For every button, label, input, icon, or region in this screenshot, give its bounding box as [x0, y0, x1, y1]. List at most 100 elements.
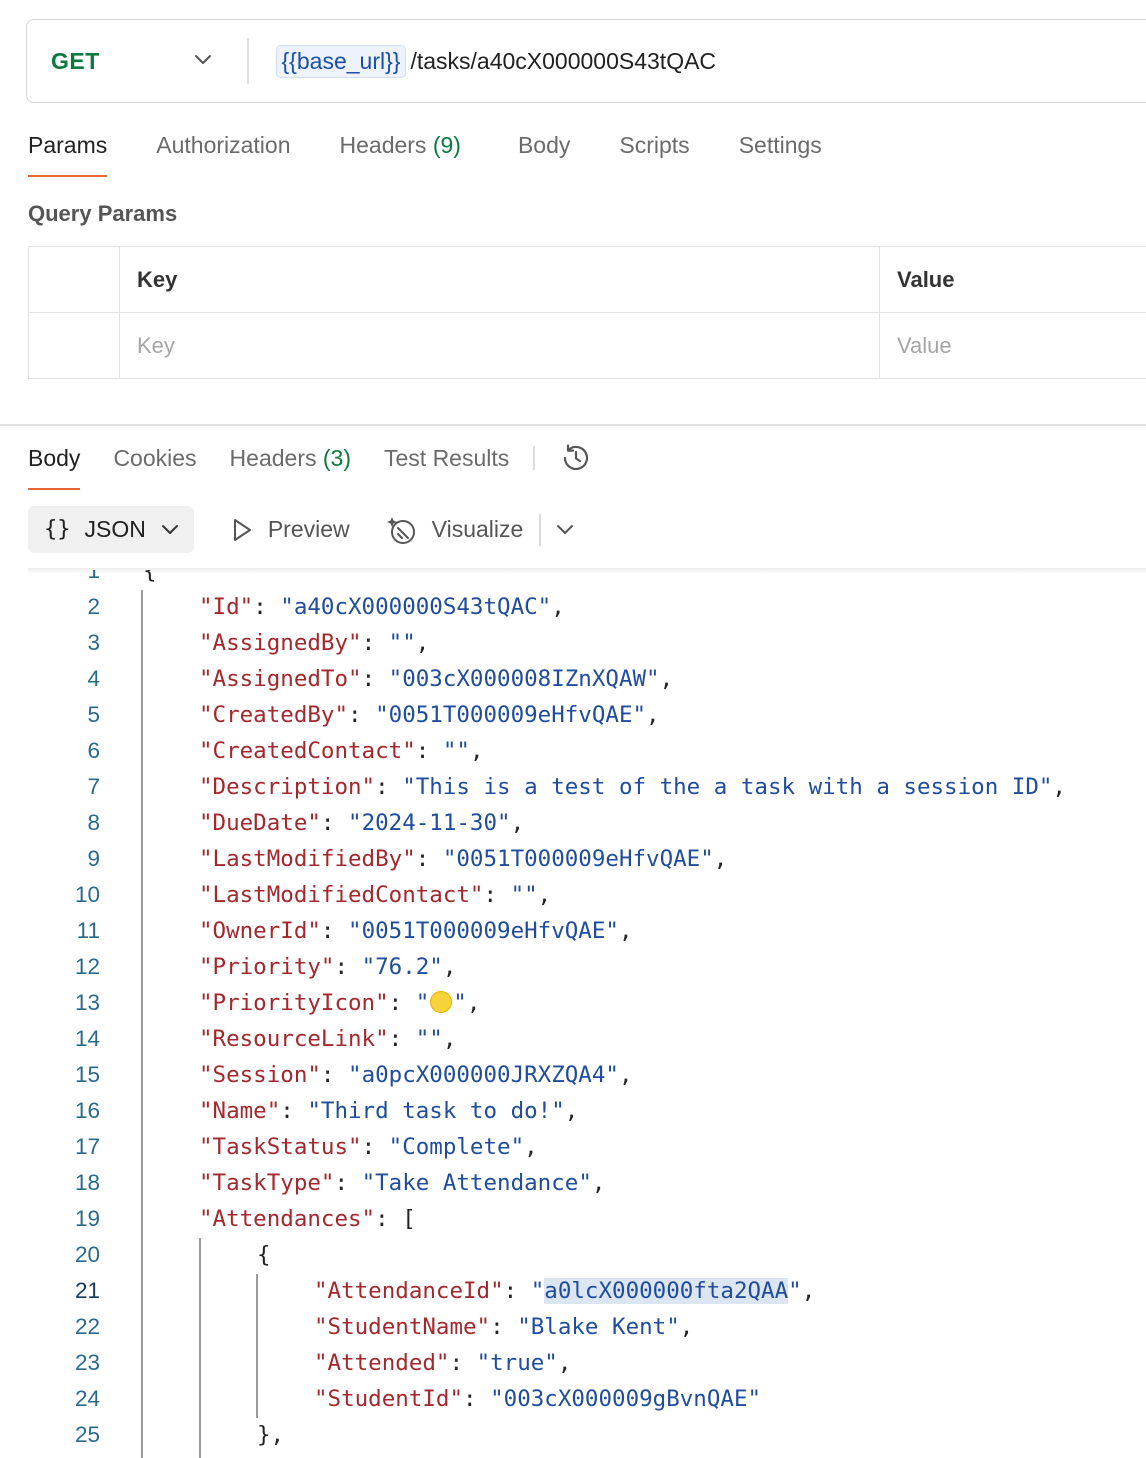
line-number: 1 — [87, 570, 100, 583]
json-quote: " — [517, 1314, 531, 1340]
json-value: true — [490, 1350, 545, 1376]
json-quote: " — [456, 738, 470, 764]
json-value: a0pcX000000JRXZQA4 — [361, 1062, 606, 1088]
value-input[interactable]: Value — [879, 312, 1146, 379]
tab-body[interactable]: Body — [518, 132, 570, 177]
json-quote: " — [632, 702, 647, 728]
json-quote: " — [510, 882, 525, 908]
json-punctuation: , — [524, 1134, 538, 1160]
code-line: 22 "StudentName": "Blake Kent", — [0, 1309, 1146, 1345]
code-text: "Attendances": [ — [199, 1201, 416, 1237]
row-checkbox-cell — [28, 312, 120, 379]
json-punctuation: : — [334, 954, 362, 980]
json-punctuation: : — [348, 702, 376, 728]
url-input[interactable]: {{base_url}} /tasks/a40cX000000S43tQAC — [249, 44, 716, 78]
code-line: 6 "CreatedContact": "", — [0, 733, 1146, 769]
json-value: 0051T000009eHfvQAE — [361, 918, 606, 944]
headers-count: (9) — [432, 132, 461, 158]
json-punctuation: : — [361, 630, 389, 656]
line-number: 11 — [76, 918, 100, 943]
code-text: "AssignedTo": "003cX000008IZnXQAW", — [199, 661, 673, 697]
code-line: 14 "ResourceLink": "", — [0, 1021, 1146, 1057]
chevron-down-icon — [195, 55, 211, 64]
json-punctuation: , — [442, 1026, 457, 1052]
history-icon[interactable] — [559, 441, 593, 475]
code-text: "OwnerId": "0051T000009eHfvQAE", — [199, 913, 633, 949]
json-key: "OwnerId" — [199, 918, 321, 944]
json-quote: " — [700, 846, 714, 872]
json-punctuation: , — [551, 594, 565, 620]
json-punctuation: , — [801, 1278, 816, 1304]
json-key: "DueDate" — [199, 810, 321, 836]
tab-scripts[interactable]: Scripts — [619, 132, 689, 177]
preview-button[interactable]: Preview — [230, 516, 350, 543]
json-value: 2024-11-30 — [361, 810, 498, 836]
json-punctuation: : — [415, 738, 443, 764]
table-header-row: Key Value — [28, 246, 1146, 313]
url-variable-chip[interactable]: {{base_url}} — [275, 44, 407, 78]
json-quote: " — [388, 1134, 403, 1160]
code-line: 11 "OwnerId": "0051T000009eHfvQAE", — [0, 913, 1146, 949]
code-text: "StudentId": "003cX000009gBvnQAE" — [314, 1381, 761, 1417]
tab-cookies[interactable]: Cookies — [113, 445, 196, 490]
code-line: 15 "Session": "a0pcX000000JRXZQA4", — [0, 1057, 1146, 1093]
chevron-down-icon[interactable] — [555, 523, 575, 537]
json-quote: " — [510, 1134, 525, 1160]
json-quote: " — [551, 1098, 565, 1124]
visualize-label: Visualize — [431, 516, 524, 542]
column-header-value: Value — [879, 246, 1146, 313]
json-punctuation: , — [618, 1062, 633, 1088]
json-punctuation: : — [375, 774, 403, 800]
code-text: }, — [257, 1417, 284, 1453]
json-punctuation: : — [388, 990, 416, 1016]
json-quote: " — [605, 918, 619, 944]
code-line: 1{ — [0, 570, 1146, 589]
json-quote: " — [361, 1170, 376, 1196]
tab-headers[interactable]: Headers (9) — [340, 132, 461, 177]
json-quote: " — [415, 1026, 430, 1052]
json-quote: " — [578, 1170, 592, 1196]
visualize-button[interactable]: Visualize — [386, 514, 524, 546]
json-punctuation: : — [388, 1026, 416, 1052]
json-punctuation: : — [361, 666, 389, 692]
json-punctuation: , — [564, 1098, 579, 1124]
json-quote: " — [788, 1278, 802, 1304]
json-punctuation: , — [415, 630, 430, 656]
tab-response-body[interactable]: Body — [28, 445, 81, 490]
line-number: 3 — [87, 630, 100, 655]
json-quote: " — [361, 954, 376, 980]
json-key: "Attendances" — [199, 1206, 376, 1232]
code-text: "TaskType": "Take Attendance", — [199, 1165, 605, 1201]
json-value: 76.2 — [375, 954, 430, 980]
json-quote: " — [497, 810, 511, 836]
code-text: "Session": "a0pcX000000JRXZQA4", — [199, 1057, 633, 1093]
tab-params[interactable]: Params — [28, 132, 108, 177]
json-quote: " — [388, 630, 403, 656]
response-body-editor[interactable]: 1{2 "Id": "a40cX000000S43tQAC", 3 "Assigned… — [0, 570, 1146, 1458]
code-text: "TaskStatus": "Complete", — [199, 1129, 538, 1165]
key-input[interactable]: Key — [119, 312, 880, 379]
tab-authorization[interactable]: Authorization — [156, 132, 290, 177]
json-punctuation: , — [659, 666, 674, 692]
code-line: 5 "CreatedBy": "0051T000009eHfvQAE", — [0, 697, 1146, 733]
code-line: 24 "StudentId": "003cX000009gBvnQAE" — [0, 1381, 1146, 1417]
json-value: This is a test of the a task with a sess… — [415, 774, 1039, 800]
json-key: "StudentId" — [314, 1386, 464, 1412]
panel-divider[interactable] — [0, 424, 1146, 426]
line-number: 6 — [87, 738, 100, 763]
line-number: 9 — [87, 846, 100, 871]
tab-response-headers[interactable]: Headers (3) — [230, 445, 351, 490]
tab-settings[interactable]: Settings — [739, 132, 822, 177]
json-key: "AttendanceId" — [314, 1278, 504, 1304]
code-line: 16 "Name": "Third task to do!", — [0, 1093, 1146, 1129]
format-select[interactable]: {} JSON — [28, 506, 194, 553]
code-line: 7 "Description": "This is a test of the a… — [0, 769, 1146, 805]
code-line: 4 "AssignedTo": "003cX000008IZnXQAW", — [0, 661, 1146, 697]
code-text: "PriorityIcon": " ", — [199, 985, 480, 1021]
format-label: JSON — [84, 516, 146, 542]
json-key: "TaskStatus" — [199, 1134, 362, 1160]
line-number: 4 — [87, 666, 100, 691]
json-punctuation: : — [253, 594, 281, 620]
method-select[interactable]: GET — [27, 20, 247, 102]
tab-test-results[interactable]: Test Results — [384, 445, 509, 490]
